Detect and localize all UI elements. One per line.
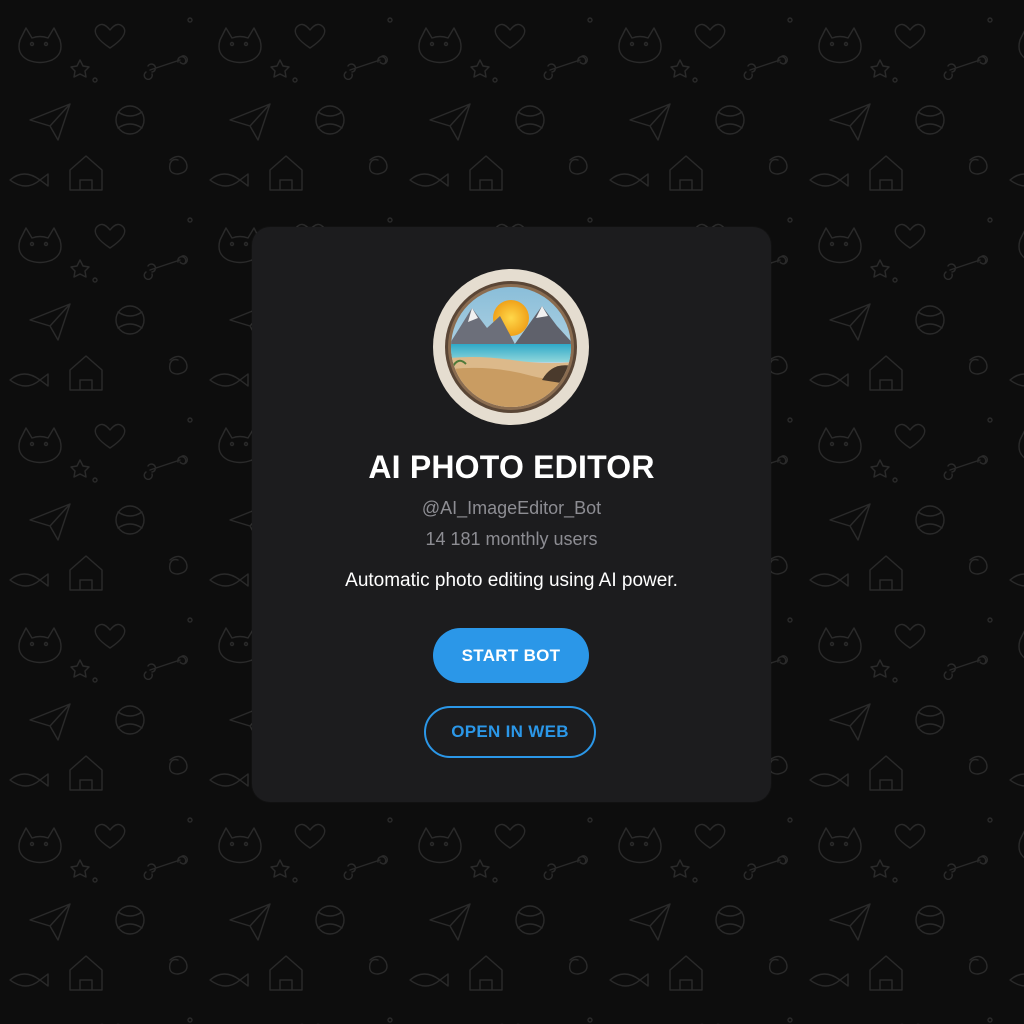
bot-username: @AI_ImageEditor_Bot xyxy=(421,498,602,518)
start-bot-button[interactable]: START BOT xyxy=(433,628,589,683)
bot-avatar xyxy=(432,268,590,426)
bot-description: Automatic photo editing using AI power. xyxy=(345,570,678,591)
beach-landscape-icon xyxy=(433,269,589,425)
bot-profile-card: AI PHOTO EDITOR @AI_ImageEditor_Bot 14 1… xyxy=(252,227,771,802)
open-in-web-button[interactable]: OPEN IN WEB xyxy=(424,706,596,758)
monthly-users-count: 14 181 monthly users xyxy=(425,529,598,549)
bot-title: AI PHOTO EDITOR xyxy=(368,449,655,485)
